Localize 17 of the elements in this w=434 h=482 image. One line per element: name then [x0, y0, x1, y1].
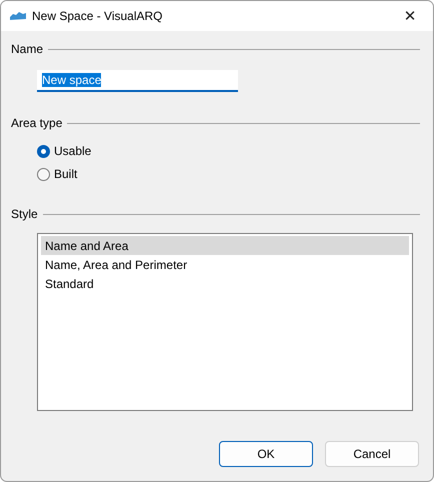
list-item[interactable]: Name and Area — [41, 236, 409, 255]
radio-button[interactable] — [37, 144, 50, 158]
window-title: New Space - VisualARQ — [32, 9, 164, 23]
section-label: Area type — [11, 116, 62, 130]
radio-button[interactable] — [37, 168, 50, 180]
close-button[interactable]: ✕ — [390, 1, 430, 31]
dialog-button[interactable]: Cancel — [325, 441, 419, 467]
section-label: Style — [11, 207, 38, 221]
style-list[interactable]: Name and Area Name, Area and Perimeter Standard — [37, 233, 413, 411]
radio-label[interactable]: Built — [54, 167, 78, 181]
name-field[interactable]: New space — [37, 70, 238, 92]
section-label: Name — [11, 42, 44, 56]
dialog-button[interactable]: OK — [219, 441, 313, 467]
list-item[interactable]: Standard — [41, 274, 409, 293]
radio-label[interactable]: Usable — [54, 144, 92, 158]
app-logo-icon — [10, 12, 26, 20]
list-item[interactable]: Name, Area and Perimeter — [41, 255, 409, 274]
